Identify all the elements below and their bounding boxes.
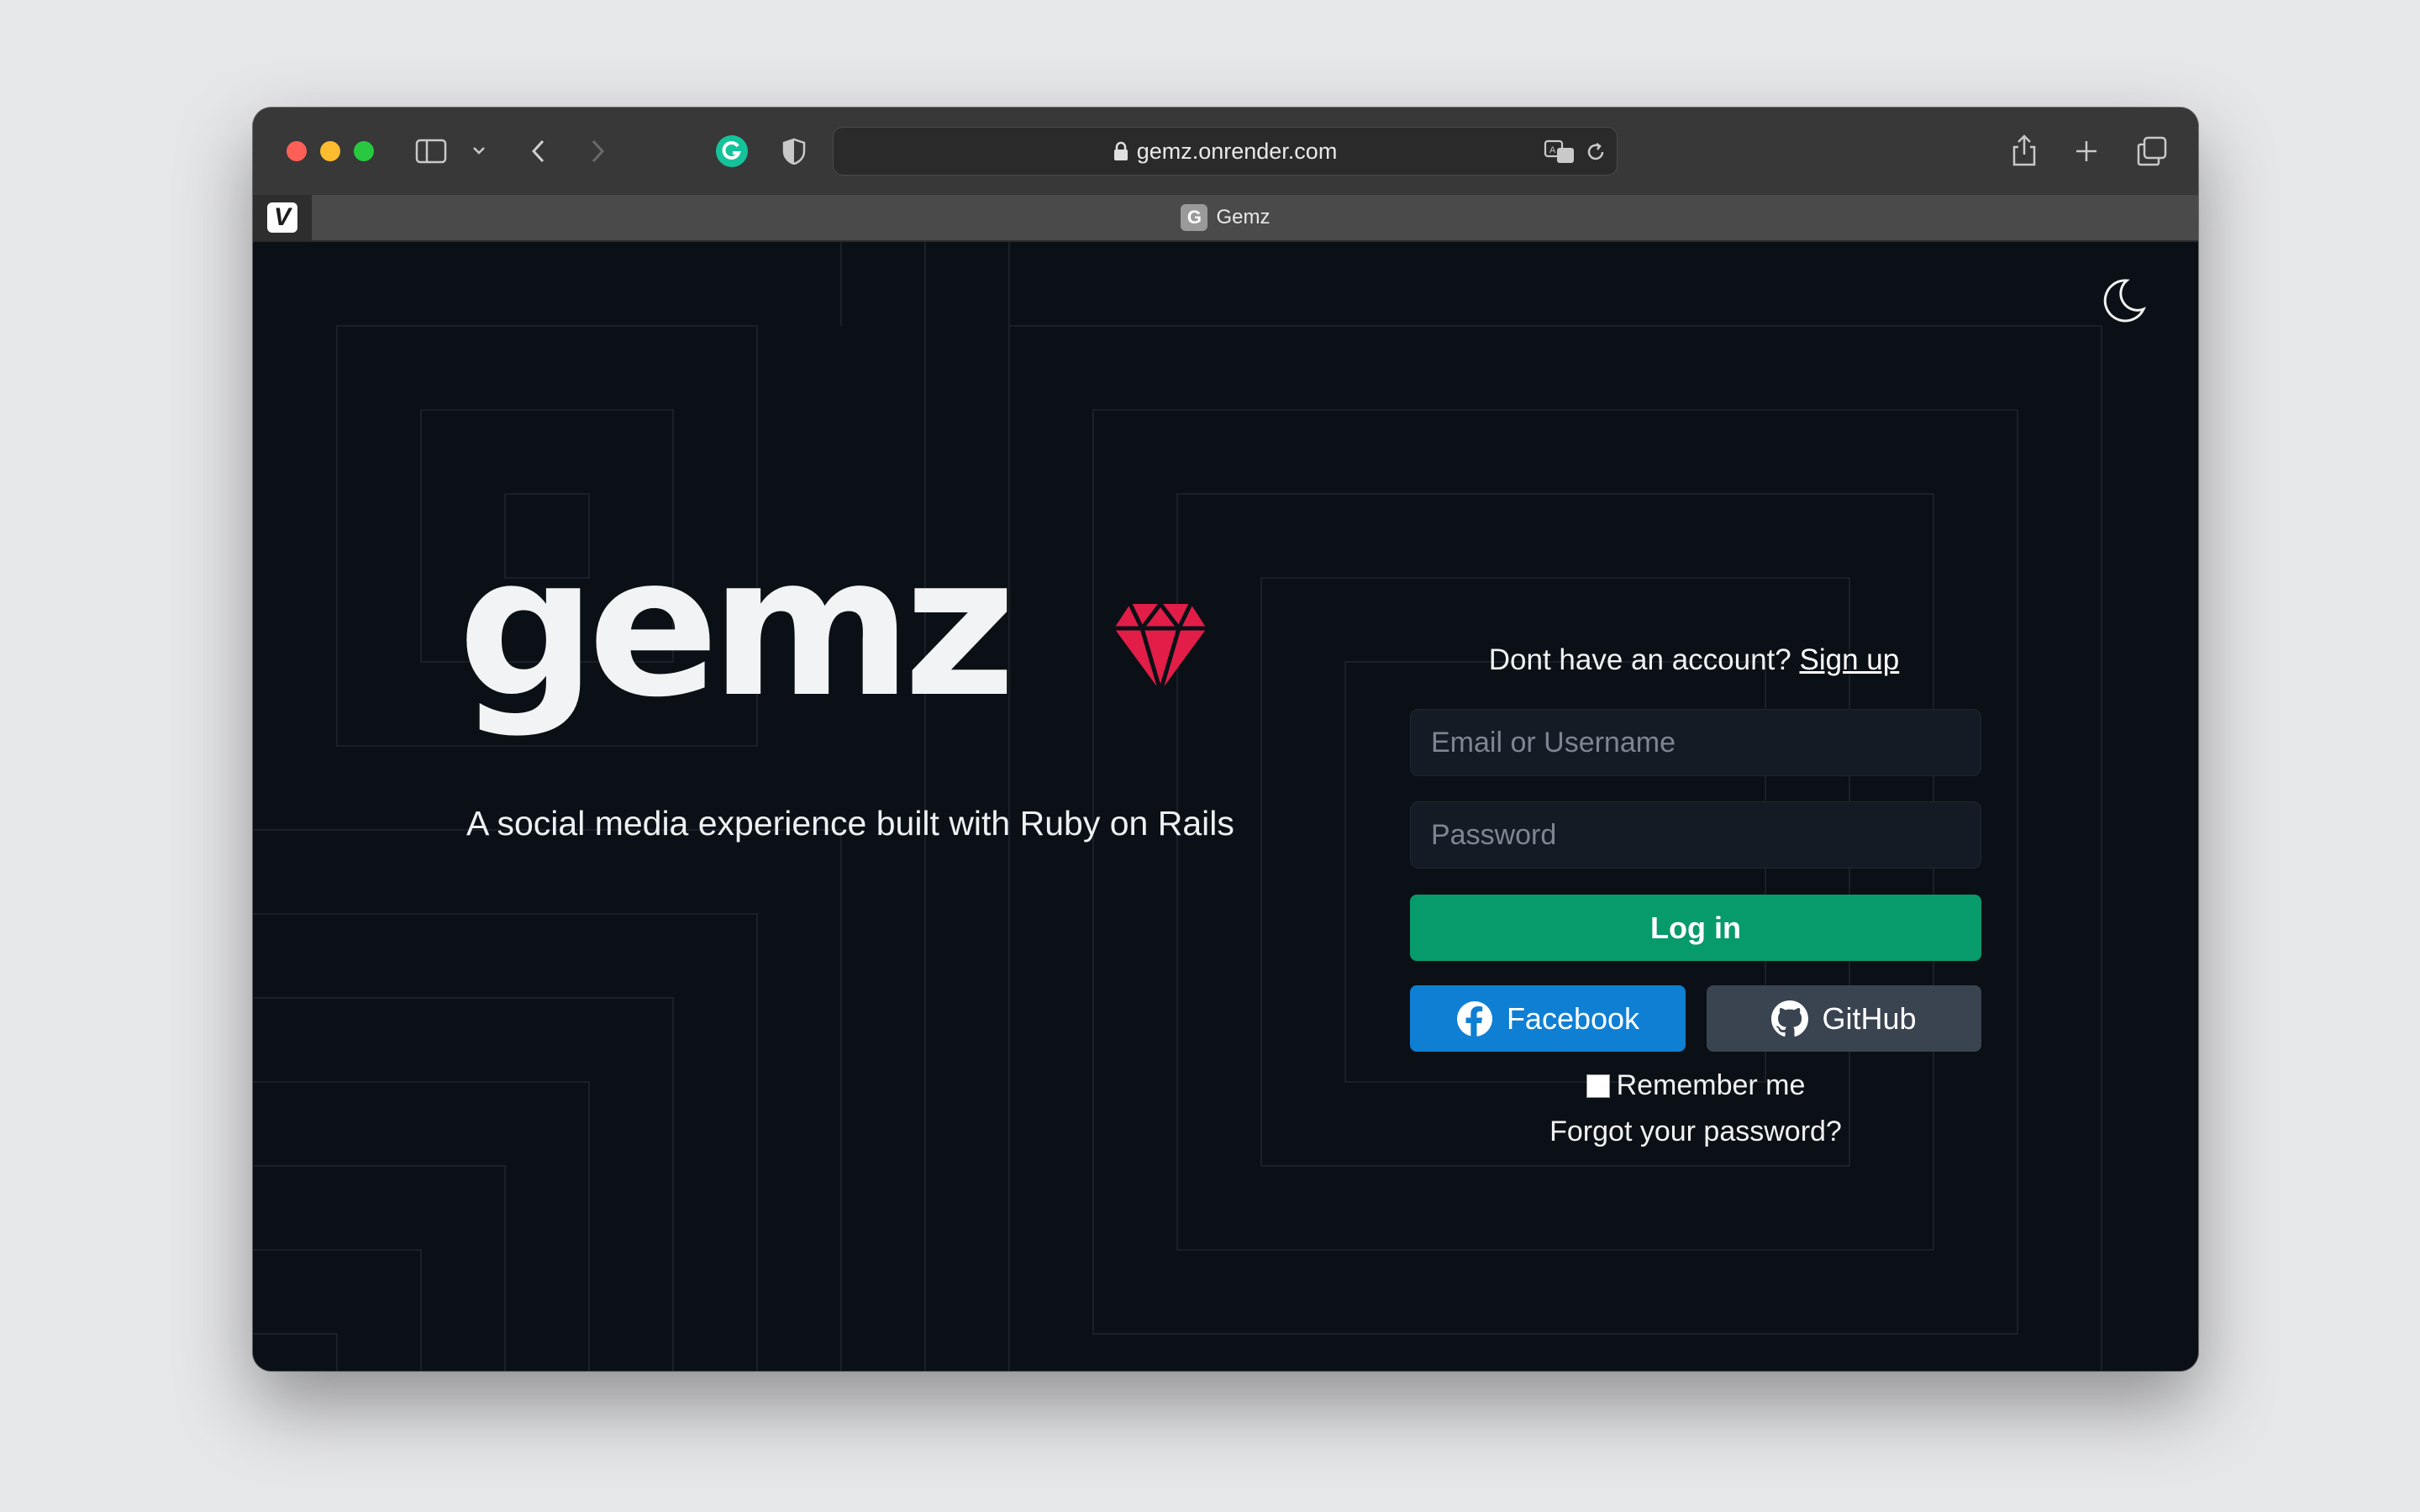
forward-icon[interactable] — [581, 134, 614, 168]
password-input[interactable] — [1410, 801, 1981, 869]
url-text: gemz.onrender.com — [1136, 138, 1338, 164]
tagline: A social media experience built with Rub… — [466, 804, 1234, 843]
minimize-window-button[interactable] — [320, 141, 340, 161]
close-window-button[interactable] — [287, 141, 307, 161]
signup-prompt: Dont have an account? Sign up — [1408, 643, 1980, 677]
login-button[interactable]: Log in — [1410, 895, 1981, 961]
lock-icon — [1113, 141, 1128, 160]
reload-icon[interactable] — [1581, 138, 1610, 166]
chevron-down-icon[interactable] — [470, 141, 488, 160]
address-bar[interactable]: gemz.onrender.com A — [833, 127, 1618, 176]
remember-me-checkbox[interactable] — [1586, 1074, 1610, 1098]
new-tab-icon[interactable] — [2070, 134, 2103, 168]
gem-icon — [1112, 601, 1209, 694]
translate-icon[interactable]: A — [1543, 136, 1576, 168]
gemz-logo: gemz — [458, 516, 1016, 740]
vimeo-icon: V — [267, 202, 297, 233]
browser-window: gemz.onrender.com A G Gemz V gemz A soci… — [253, 108, 2198, 1371]
page-content: gemz A social media experience built wit… — [253, 242, 2198, 1371]
facebook-icon — [1456, 1000, 1493, 1037]
facebook-login-button[interactable]: Facebook — [1410, 985, 1686, 1052]
signup-prompt-text: Dont have an account? — [1488, 643, 1791, 676]
github-button-label: GitHub — [1822, 1000, 1917, 1036]
share-icon[interactable] — [2006, 131, 2043, 170]
remember-me-label: Remember me — [1616, 1069, 1806, 1101]
grammarly-extension-icon[interactable] — [713, 133, 750, 170]
pinned-tab-vimeo[interactable]: V — [253, 195, 312, 240]
email-username-input[interactable] — [1410, 709, 1981, 776]
svg-text:A: A — [1549, 145, 1556, 155]
github-login-button[interactable]: GitHub — [1707, 985, 1981, 1052]
facebook-button-label: Facebook — [1506, 1000, 1640, 1036]
forgot-password-link[interactable]: Forgot your password? — [1410, 1116, 1981, 1148]
browser-toolbar: gemz.onrender.com A — [253, 108, 2198, 195]
signup-link[interactable]: Sign up — [1800, 643, 1900, 676]
zoom-window-button[interactable] — [354, 141, 374, 161]
moon-icon[interactable] — [2098, 276, 2149, 326]
github-icon — [1771, 1000, 1809, 1037]
back-icon[interactable] — [522, 134, 555, 168]
privacy-shield-icon[interactable] — [777, 134, 811, 168]
sidebar-icon[interactable] — [414, 134, 448, 168]
tab-title: Gemz — [1216, 206, 1270, 228]
tab-overview-icon[interactable] — [2133, 133, 2170, 170]
remember-me: Remember me — [1410, 1069, 1981, 1102]
tab-bar: G Gemz V — [253, 195, 2198, 242]
tab-favicon: G — [1181, 204, 1208, 231]
tab-gemz[interactable]: G Gemz — [253, 195, 2198, 240]
